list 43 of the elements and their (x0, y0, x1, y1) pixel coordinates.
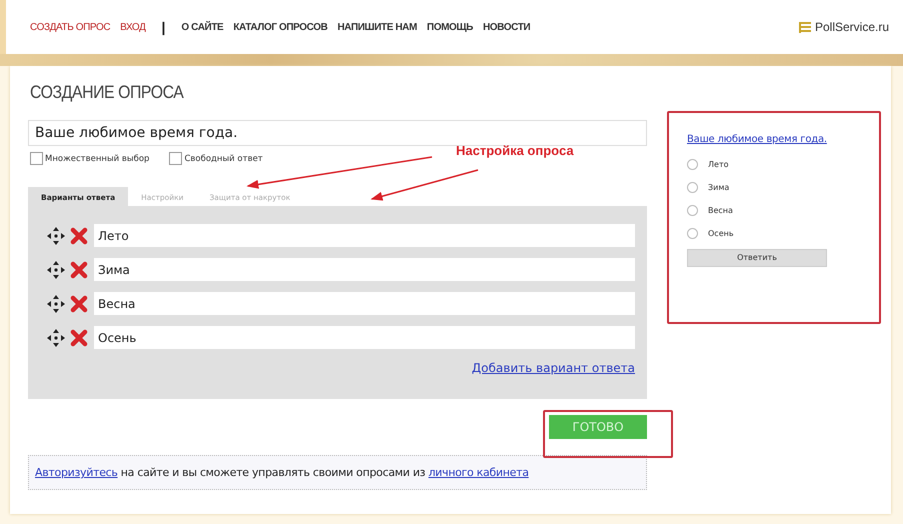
answer-field[interactable]: Весна (94, 292, 635, 315)
radio-button[interactable] (687, 228, 698, 239)
login-link[interactable]: Авторизуйтесь (35, 466, 118, 479)
answer-field[interactable]: Лето (94, 224, 635, 247)
login-notice: Авторизуйтесь на сайте и вы сможете управлять своими опросами из личного кабинета (28, 455, 647, 490)
delete-icon[interactable] (70, 260, 88, 278)
delete-icon[interactable] (70, 294, 88, 312)
poll-question-link[interactable]: Ваше любимое время года. (687, 134, 867, 145)
move-icon[interactable] (46, 260, 66, 280)
checkbox[interactable] (30, 152, 43, 165)
move-icon[interactable] (46, 226, 66, 246)
nav-link[interactable]: КАТАЛОГ ОПРОСОВ (233, 22, 328, 32)
option-label: Лето (708, 160, 728, 169)
radio-button[interactable] (687, 205, 698, 216)
nav-link[interactable]: ПОМОЩЬ (426, 22, 473, 32)
move-icon[interactable] (46, 328, 66, 348)
question-field[interactable]: Ваше любимое время года. (28, 120, 647, 146)
nav-link[interactable]: НАПИШИТЕ НАМ (337, 22, 417, 32)
delete-icon[interactable] (70, 328, 88, 346)
nav-separator: | (161, 19, 166, 35)
add-answer-link[interactable]: Добавить вариант ответа (472, 361, 635, 375)
delete-icon[interactable] (70, 226, 88, 244)
checkbox-label: Множественный выбор (45, 154, 150, 164)
list-icon (798, 22, 811, 32)
radio-button[interactable] (687, 182, 698, 193)
checkbox[interactable] (169, 152, 182, 165)
account-link[interactable]: личного кабинета (428, 466, 529, 479)
answer-button[interactable]: Ответить (687, 248, 827, 266)
page-title: СОЗДАНИЕ ОПРОСА (30, 82, 185, 103)
option-label: Весна (708, 206, 733, 215)
option-label: Осень (708, 229, 734, 238)
site-link[interactable]: PollService.ru (814, 20, 889, 34)
radio-button[interactable] (687, 159, 698, 170)
nav-link[interactable]: О САЙТЕ (181, 22, 224, 32)
nav-link[interactable]: НОВОСТИ (482, 22, 530, 32)
nav-link[interactable]: СОЗДАТЬ ОПРОС (30, 22, 110, 32)
checkbox-label: Свободный ответ (184, 154, 263, 164)
move-icon[interactable] (46, 294, 66, 314)
option-label: Зима (708, 183, 730, 192)
answer-field[interactable]: Осень (94, 326, 635, 349)
answer-field[interactable]: Зима (94, 258, 635, 281)
annotation-label: Настройка опроса (456, 143, 574, 158)
nav-link[interactable]: ВХОД (120, 22, 146, 32)
